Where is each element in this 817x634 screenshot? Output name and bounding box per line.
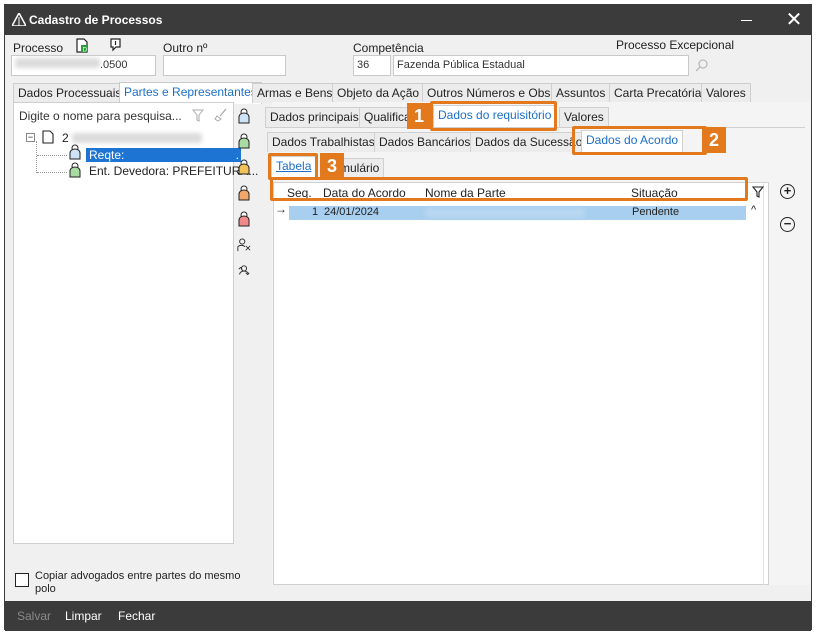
search-placeholder: Digite o nome para pesquisa... — [19, 109, 182, 123]
highlight-tabela — [268, 153, 318, 180]
subtab-dados-trabalhistas[interactable]: Dados Trabalhistas — [267, 132, 380, 152]
tab-assuntos[interactable]: Assuntos — [551, 83, 611, 103]
copy-advogados-checkbox[interactable] — [15, 573, 29, 587]
grid-scrollbar-track[interactable] — [763, 181, 764, 585]
process-document-icon — [42, 130, 54, 144]
note-icon[interactable] — [109, 38, 123, 54]
search-icon[interactable] — [695, 58, 709, 72]
copy-advogados-label: Copiar advogados entre partes do mesmo p… — [35, 570, 241, 595]
add-terceiro-icon[interactable] — [237, 211, 251, 227]
svg-text:D: D — [83, 47, 88, 54]
row-pointer-icon: → — [275, 202, 287, 216]
processo-excepcional-label: Processo Excepcional — [616, 38, 735, 52]
tree-item-requerente-label: Reqte: — [89, 148, 125, 162]
column-filter-icon[interactable] — [752, 186, 764, 198]
requerente-person-icon — [69, 144, 81, 160]
add-advogado-icon[interactable] — [237, 159, 251, 175]
process-registration-window: Cadastro de Processos ✕ Processo D .0500… — [4, 4, 812, 631]
add-entidade-devedora-icon[interactable] — [237, 133, 251, 149]
tab-outros-numeros[interactable]: Outros Números e Obs. — [422, 83, 559, 103]
row-data-acordo: 24/01/2024 — [324, 206, 380, 218]
row-seq: 1 — [312, 206, 319, 218]
processo-label: Processo — [13, 41, 64, 55]
competencia-code-field[interactable]: 36 — [353, 55, 391, 76]
row-nome-parte-redacted — [425, 208, 585, 218]
collapse-toggle-icon[interactable]: − — [26, 133, 35, 142]
tab-partes-representantes[interactable]: Partes e Representantes — [119, 82, 262, 104]
badge-1: 1 — [407, 103, 431, 129]
action-bar: Salvar Limpar Fechar — [5, 601, 811, 631]
new-document-icon[interactable]: D — [75, 38, 89, 54]
clear-brush-icon[interactable] — [214, 108, 228, 122]
scroll-up-icon[interactable]: ^ — [751, 204, 756, 216]
tab-valores[interactable]: Valores — [701, 83, 751, 103]
row-situacao: Pendente — [632, 206, 680, 218]
highlight-acordo — [572, 126, 707, 155]
outro-label: Outro nº — [163, 41, 208, 55]
devedora-person-icon — [69, 162, 81, 178]
tab-dados-processuais[interactable]: Dados Processuais — [13, 83, 127, 103]
app-logo-icon — [12, 13, 26, 26]
processo-field[interactable]: .0500 — [11, 55, 156, 76]
remove-party-icon[interactable] — [237, 237, 251, 253]
badge-3: 3 — [320, 153, 344, 179]
tab-carta-precatoria[interactable]: Carta Precatória — [609, 83, 707, 103]
remove-row-button[interactable]: − — [780, 217, 795, 232]
tree-item-requerente[interactable]: Reqte: . — [86, 148, 241, 162]
subtab-dados-sucessao[interactable]: Dados da Sucessão — [470, 132, 588, 152]
minimize-button[interactable] — [727, 5, 767, 35]
add-representante-icon[interactable] — [237, 185, 251, 201]
fechar-button[interactable]: Fechar — [118, 609, 155, 623]
swap-party-icon[interactable] — [237, 263, 251, 279]
window-title: Cadastro de Processos — [29, 13, 163, 27]
subtab-valores[interactable]: Valores — [559, 107, 609, 127]
filter-icon[interactable] — [192, 109, 204, 122]
subtab-dados-principais[interactable]: Dados principais — [265, 107, 364, 127]
subtab-dados-bancarios[interactable]: Dados Bancários — [374, 132, 476, 152]
tree-item-devedora[interactable]: Ent. Devedora: PREFEITURA... — [89, 164, 258, 178]
badge-2: 2 — [702, 127, 726, 153]
competencia-name-field[interactable]: Fazenda Pública Estadual — [393, 55, 689, 76]
outro-numero-field[interactable] — [163, 55, 286, 76]
tab-armas-bens[interactable]: Armas e Bens — [252, 83, 338, 103]
highlight-grid-header — [270, 177, 748, 201]
competencia-label: Competência — [353, 41, 424, 55]
add-requerente-icon[interactable] — [237, 108, 251, 124]
add-row-button[interactable]: + — [780, 184, 795, 199]
acordo-grid — [273, 182, 769, 585]
close-button[interactable]: ✕ — [777, 5, 811, 35]
highlight-requisitorio — [430, 101, 557, 131]
tab-objeto-acao[interactable]: Objeto da Ação — [332, 83, 425, 103]
tree-root-label[interactable]: 2 — [62, 131, 69, 145]
processo-suffix: .0500 — [100, 59, 128, 71]
salvar-button[interactable]: Salvar — [17, 609, 51, 623]
limpar-button[interactable]: Limpar — [65, 609, 102, 623]
parties-panel: Digite o nome para pesquisa... − 2 Reqte… — [13, 102, 258, 544]
title-bar: Cadastro de Processos ✕ — [5, 5, 811, 35]
